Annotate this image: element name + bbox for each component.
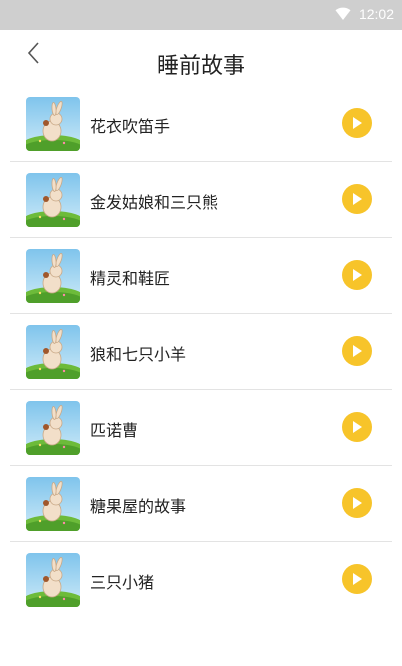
play-icon [351,496,363,510]
story-item[interactable]: 糖果屋的故事 [10,466,392,542]
story-list: 花衣吹笛手 金发姑娘和三只熊 精灵和鞋匠 狼和七只小羊 匹诺曹 糖果屋的故事 三… [0,86,402,617]
header: 睡前故事 [0,30,402,92]
play-button[interactable] [342,260,372,290]
story-title: 花衣吹笛手 [90,117,171,136]
story-item[interactable]: 精灵和鞋匠 [10,238,392,314]
story-title: 精灵和鞋匠 [90,269,171,288]
story-thumbnail [26,173,80,227]
story-thumbnail [26,249,80,303]
play-icon [351,268,363,282]
story-title: 三只小猪 [90,573,155,592]
play-icon [351,572,363,586]
story-thumbnail [26,325,80,379]
play-button[interactable] [342,564,372,594]
status-time: 12:02 [358,6,394,22]
story-title: 匹诺曹 [90,421,139,440]
play-icon [351,116,363,130]
story-title: 糖果屋的故事 [90,497,187,516]
story-item[interactable]: 金发姑娘和三只熊 [10,162,392,238]
play-icon [351,344,363,358]
story-item[interactable]: 三只小猪 [10,542,392,617]
story-item[interactable]: 狼和七只小羊 [10,314,392,390]
status-bar: 12:02 [0,0,402,30]
play-icon [351,192,363,206]
story-thumbnail [26,401,80,455]
story-thumbnail [26,97,80,151]
play-button[interactable] [342,488,372,518]
play-button[interactable] [342,336,372,366]
story-thumbnail [26,477,80,531]
story-title: 狼和七只小羊 [90,345,187,364]
play-icon [351,420,363,434]
story-item[interactable]: 匹诺曹 [10,390,392,466]
play-button[interactable] [342,108,372,138]
status-icons: 12:02 [335,6,394,22]
play-button[interactable] [342,184,372,214]
story-item[interactable]: 花衣吹笛手 [10,86,392,162]
story-thumbnail [26,553,80,607]
page-title: 睡前故事 [156,54,245,79]
story-title: 金发姑娘和三只熊 [90,193,219,212]
wifi-icon [335,7,351,21]
play-button[interactable] [342,412,372,442]
